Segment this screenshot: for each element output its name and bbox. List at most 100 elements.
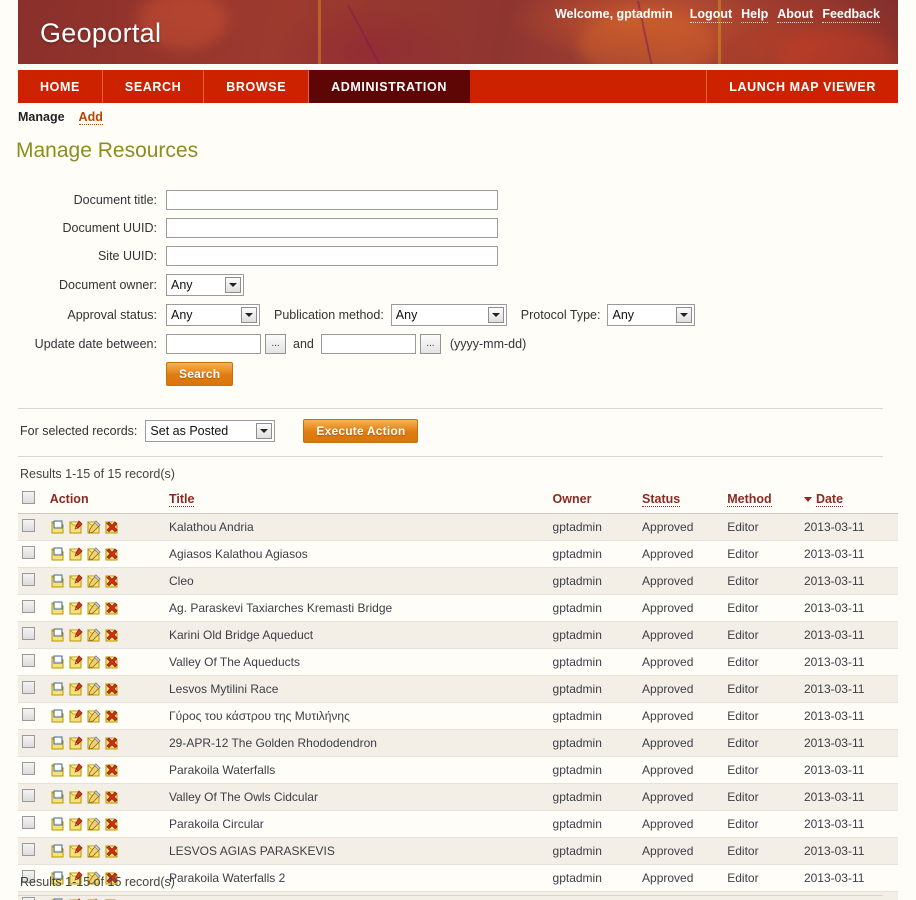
edit-icon[interactable] bbox=[86, 681, 102, 697]
edit-icon[interactable] bbox=[86, 519, 102, 535]
sort-by-status[interactable]: Status bbox=[642, 492, 681, 507]
delete-icon[interactable] bbox=[104, 627, 120, 643]
nav-item-administration[interactable]: ADMINISTRATION bbox=[309, 70, 470, 103]
sort-by-date[interactable]: Date bbox=[815, 492, 844, 507]
update-date-to-picker-button[interactable]: ... bbox=[419, 334, 441, 354]
edit-icon[interactable] bbox=[86, 573, 102, 589]
view-icon[interactable] bbox=[50, 816, 66, 832]
select-all-checkbox[interactable] bbox=[22, 491, 35, 504]
document-uuid-input[interactable] bbox=[166, 218, 498, 238]
delete-icon[interactable] bbox=[104, 681, 120, 697]
delete-icon[interactable] bbox=[104, 762, 120, 778]
delete-icon[interactable] bbox=[104, 600, 120, 616]
view-icon[interactable] bbox=[50, 627, 66, 643]
transform-icon[interactable] bbox=[68, 843, 84, 859]
sort-by-method[interactable]: Method bbox=[727, 492, 772, 507]
row-select-checkbox[interactable] bbox=[22, 816, 35, 829]
transform-icon[interactable] bbox=[68, 681, 84, 697]
delete-icon[interactable] bbox=[104, 789, 120, 805]
sort-by-title[interactable]: Title bbox=[169, 492, 195, 507]
edit-icon[interactable] bbox=[86, 600, 102, 616]
row-select-checkbox[interactable] bbox=[22, 843, 35, 856]
row-method-cell: Editor bbox=[723, 702, 800, 730]
delete-icon[interactable] bbox=[104, 816, 120, 832]
row-select-checkbox[interactable] bbox=[22, 708, 35, 721]
delete-icon[interactable] bbox=[104, 843, 120, 859]
edit-icon[interactable] bbox=[86, 708, 102, 724]
approval-status-select[interactable]: Any bbox=[166, 304, 260, 326]
view-icon[interactable] bbox=[50, 654, 66, 670]
view-icon[interactable] bbox=[50, 789, 66, 805]
transform-icon[interactable] bbox=[68, 789, 84, 805]
edit-icon[interactable] bbox=[86, 735, 102, 751]
row-select-checkbox[interactable] bbox=[22, 681, 35, 694]
nav-item-home[interactable]: HOME bbox=[18, 70, 103, 103]
protocol-type-select[interactable]: Any bbox=[607, 304, 696, 326]
document-owner-select[interactable]: Any bbox=[166, 274, 244, 296]
row-actions-cell bbox=[45, 837, 165, 865]
row-select-checkbox[interactable] bbox=[22, 519, 35, 532]
row-title-cell: Parakoila Circular bbox=[165, 810, 549, 838]
subtab-add[interactable]: Add bbox=[78, 110, 103, 125]
transform-icon[interactable] bbox=[68, 654, 84, 670]
transform-icon[interactable] bbox=[68, 519, 84, 535]
update-date-from-picker-button[interactable]: ... bbox=[265, 334, 286, 354]
transform-icon[interactable] bbox=[68, 600, 84, 616]
document-title-input[interactable] bbox=[166, 190, 498, 210]
view-icon[interactable] bbox=[50, 735, 66, 751]
edit-icon[interactable] bbox=[86, 789, 102, 805]
view-icon[interactable] bbox=[50, 681, 66, 697]
view-icon[interactable] bbox=[50, 762, 66, 778]
help-link[interactable]: Help bbox=[741, 7, 769, 23]
transform-icon[interactable] bbox=[68, 573, 84, 589]
edit-icon[interactable] bbox=[86, 546, 102, 562]
view-icon[interactable] bbox=[50, 546, 66, 562]
bulk-action-select[interactable]: Set as Posted bbox=[145, 420, 276, 442]
row-select-checkbox[interactable] bbox=[22, 654, 35, 667]
view-icon[interactable] bbox=[50, 708, 66, 724]
nav-item-browse[interactable]: BROWSE bbox=[204, 70, 310, 103]
launch-map-viewer-button[interactable]: LAUNCH MAP VIEWER bbox=[706, 70, 898, 103]
row-select-checkbox[interactable] bbox=[22, 573, 35, 586]
delete-icon[interactable] bbox=[104, 735, 120, 751]
execute-action-button[interactable]: Execute Action bbox=[303, 419, 419, 443]
row-select-checkbox[interactable] bbox=[22, 546, 35, 559]
edit-icon[interactable] bbox=[86, 627, 102, 643]
edit-icon[interactable] bbox=[86, 843, 102, 859]
delete-icon[interactable] bbox=[104, 654, 120, 670]
transform-icon[interactable] bbox=[68, 816, 84, 832]
transform-icon[interactable] bbox=[68, 627, 84, 643]
row-select-checkbox[interactable] bbox=[22, 735, 35, 748]
publication-method-select[interactable]: Any bbox=[390, 304, 507, 326]
site-uuid-input[interactable] bbox=[166, 246, 498, 266]
transform-icon[interactable] bbox=[68, 735, 84, 751]
row-select-checkbox[interactable] bbox=[22, 789, 35, 802]
update-date-to-input[interactable] bbox=[320, 334, 416, 354]
view-icon[interactable] bbox=[50, 573, 66, 589]
view-icon[interactable] bbox=[50, 843, 66, 859]
banner-map-road bbox=[318, 0, 321, 64]
logout-link[interactable]: Logout bbox=[689, 7, 733, 23]
delete-icon[interactable] bbox=[104, 708, 120, 724]
row-select-checkbox[interactable] bbox=[22, 600, 35, 613]
search-button[interactable]: Search bbox=[166, 362, 234, 386]
view-icon[interactable] bbox=[50, 519, 66, 535]
nav-item-search[interactable]: SEARCH bbox=[103, 70, 205, 103]
delete-icon[interactable] bbox=[104, 573, 120, 589]
edit-icon[interactable] bbox=[86, 654, 102, 670]
edit-icon[interactable] bbox=[86, 762, 102, 778]
row-select-checkbox[interactable] bbox=[22, 762, 35, 775]
transform-icon[interactable] bbox=[68, 546, 84, 562]
view-icon[interactable] bbox=[50, 600, 66, 616]
header-date: Date bbox=[799, 486, 898, 514]
delete-icon[interactable] bbox=[104, 519, 120, 535]
about-link[interactable]: About bbox=[777, 7, 814, 23]
subtab-manage[interactable]: Manage bbox=[18, 110, 65, 124]
update-date-from-input[interactable] bbox=[166, 334, 261, 354]
feedback-link[interactable]: Feedback bbox=[822, 7, 880, 23]
transform-icon[interactable] bbox=[68, 708, 84, 724]
transform-icon[interactable] bbox=[68, 762, 84, 778]
edit-icon[interactable] bbox=[86, 816, 102, 832]
row-select-checkbox[interactable] bbox=[22, 627, 35, 640]
delete-icon[interactable] bbox=[104, 546, 120, 562]
